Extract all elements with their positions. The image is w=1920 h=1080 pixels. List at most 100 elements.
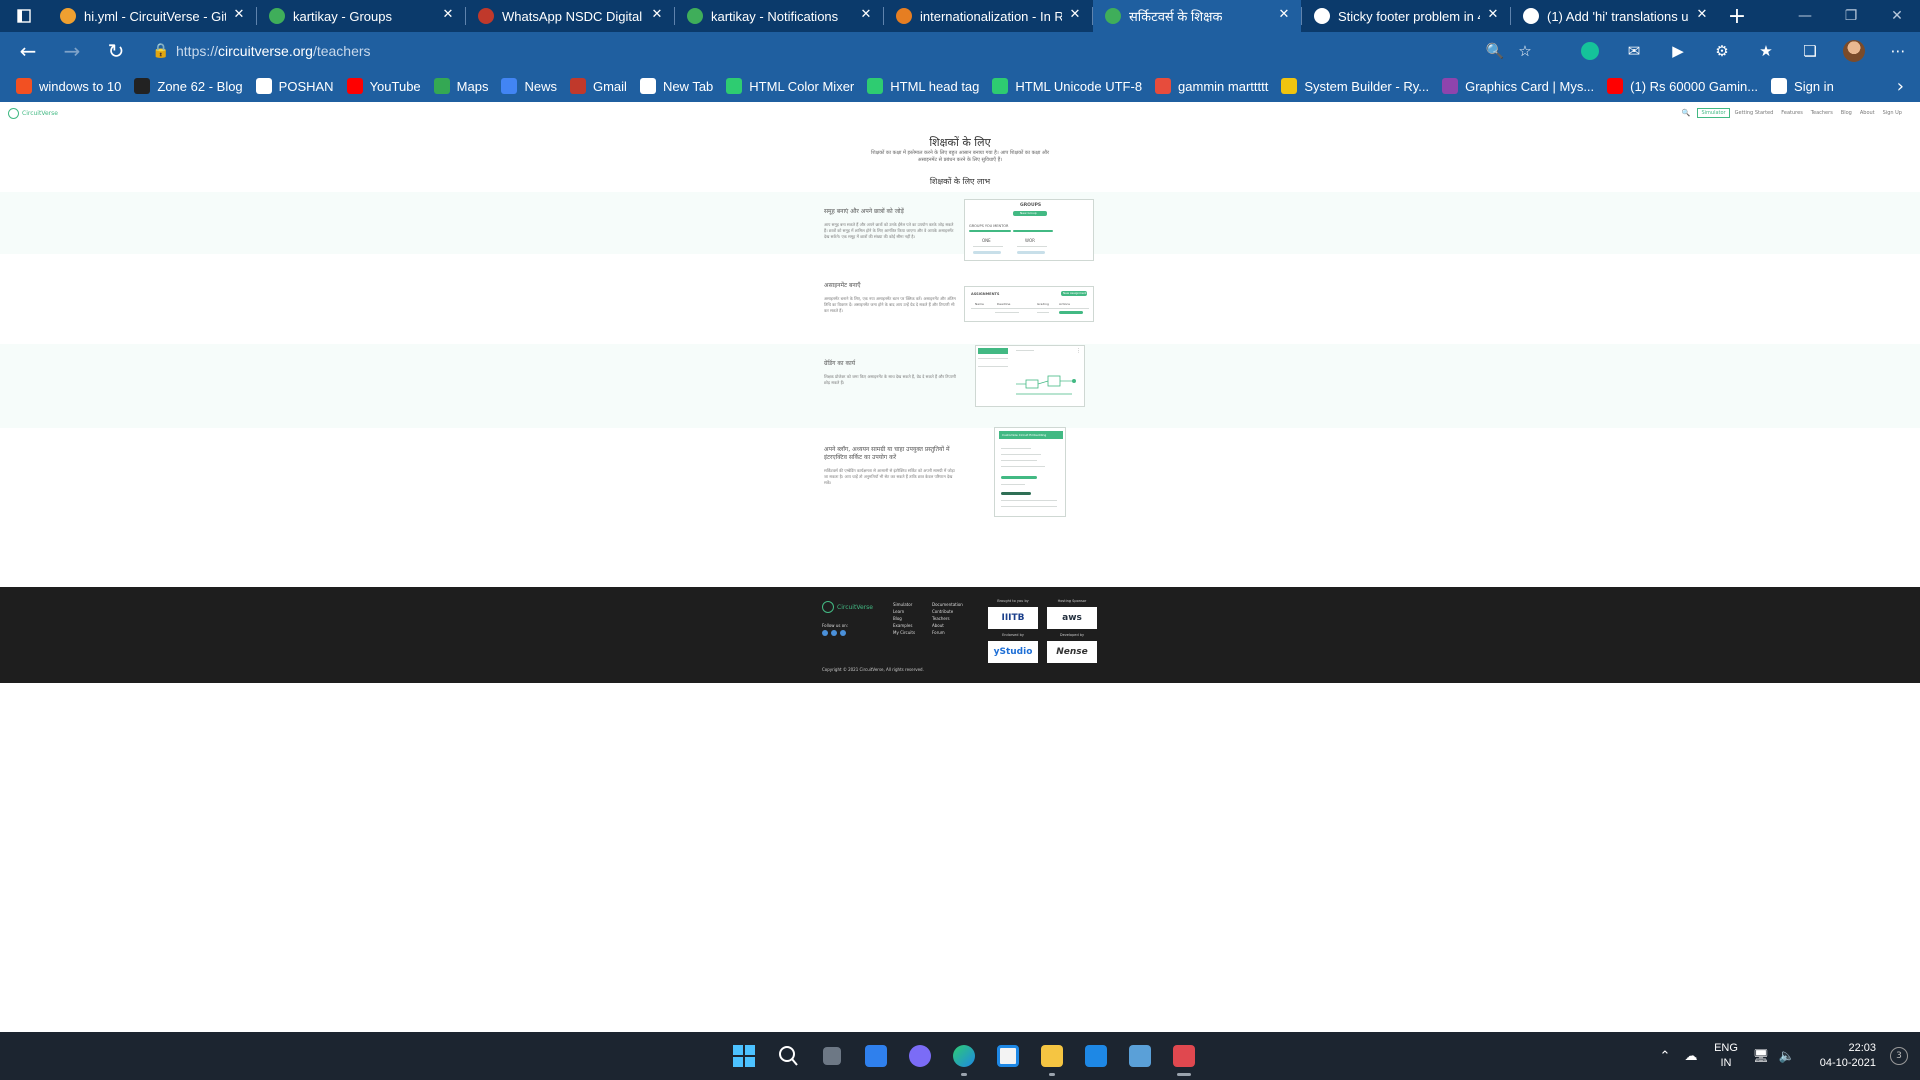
settings-more-icon[interactable]: ⋯ bbox=[1876, 32, 1920, 70]
edge-icon[interactable] bbox=[942, 1032, 986, 1080]
footer-link[interactable]: Teachers bbox=[932, 615, 963, 622]
tab-close-icon[interactable]: ✕ bbox=[1486, 8, 1500, 22]
footer-link[interactable]: Simulator bbox=[893, 601, 915, 608]
tab-close-icon[interactable]: ✕ bbox=[232, 8, 246, 22]
lock-icon[interactable]: 🔒 bbox=[146, 43, 176, 59]
browser-tab[interactable]: Sticky footer problem in 4(✕ bbox=[1302, 0, 1510, 32]
minimize-icon[interactable]: — bbox=[1782, 0, 1828, 32]
tab-actions-menu-icon[interactable] bbox=[0, 0, 48, 32]
show-hidden-icons[interactable]: ⌃ bbox=[1652, 1049, 1678, 1064]
extension-media-icon[interactable]: ▶ bbox=[1656, 32, 1700, 70]
bookmark-item[interactable]: Sign in bbox=[1767, 70, 1843, 102]
footer-link[interactable]: Blog bbox=[893, 615, 915, 622]
bookmark-item[interactable]: windows to 10 bbox=[12, 70, 130, 102]
footer-link[interactable]: Documentation bbox=[932, 601, 963, 608]
file-explorer-icon[interactable] bbox=[1030, 1032, 1074, 1080]
mail-icon[interactable] bbox=[1074, 1032, 1118, 1080]
bookmark-item[interactable]: HTML Color Mixer bbox=[722, 70, 863, 102]
footer-link[interactable]: Examples bbox=[893, 622, 915, 629]
bookmark-item[interactable]: Zone 62 - Blog bbox=[130, 70, 251, 102]
add-favorite-icon[interactable]: ☆ bbox=[1510, 32, 1540, 70]
tab-close-icon[interactable]: ✕ bbox=[1695, 8, 1709, 22]
forward-icon[interactable]: → bbox=[50, 32, 94, 70]
browser-tab[interactable]: kartikay - Notifications ✕ bbox=[675, 0, 883, 32]
twitter-icon[interactable] bbox=[831, 630, 837, 636]
restore-icon[interactable]: ❐ bbox=[1828, 0, 1874, 32]
site-logo[interactable]: CircuitVerse bbox=[8, 108, 58, 119]
iiitb-logo[interactable]: IIITB bbox=[988, 607, 1038, 629]
site-nav-link[interactable]: Teachers bbox=[1811, 110, 1833, 116]
tab-close-icon[interactable]: ✕ bbox=[441, 8, 455, 22]
aws-logo[interactable]: aws bbox=[1047, 607, 1097, 629]
grammarly-extension-icon[interactable] bbox=[1568, 32, 1612, 70]
site-nav-link[interactable]: Blog bbox=[1841, 110, 1852, 116]
site-nav-link[interactable]: Sign Up bbox=[1883, 110, 1902, 116]
refresh-icon[interactable]: ↻ bbox=[94, 32, 138, 70]
bookmark-item[interactable]: System Builder - Ry... bbox=[1277, 70, 1438, 102]
bookmark-item[interactable]: gammin marttttt bbox=[1151, 70, 1277, 102]
site-nav-link[interactable]: Features bbox=[1781, 110, 1803, 116]
tab-close-icon[interactable]: ✕ bbox=[1277, 8, 1291, 22]
teams-chat-icon[interactable] bbox=[898, 1032, 942, 1080]
simulator-button[interactable]: Simulator bbox=[1697, 108, 1730, 118]
footer-link[interactable]: My Circuits bbox=[893, 629, 915, 636]
nense-logo[interactable]: Nense bbox=[1047, 641, 1097, 663]
linkedin-icon[interactable] bbox=[840, 630, 846, 636]
clock[interactable]: 22:03 04-10-2021 bbox=[1800, 1041, 1876, 1071]
site-search-icon[interactable]: 🔍 bbox=[1681, 109, 1691, 117]
start-icon[interactable] bbox=[722, 1032, 766, 1080]
onedrive-icon[interactable]: ☁ bbox=[1678, 1049, 1704, 1064]
browser-tab[interactable]: internationalization - In Ra ✕ bbox=[884, 0, 1092, 32]
bookmark-item[interactable]: HTML head tag bbox=[863, 70, 988, 102]
bookmarks-more-icon[interactable]: › bbox=[1897, 70, 1904, 102]
favorites-icon[interactable]: ★ bbox=[1744, 32, 1788, 70]
browser-tab[interactable]: hi.yml - CircuitVerse - Gitp ✕ bbox=[48, 0, 256, 32]
bookmark-item[interactable]: News bbox=[497, 70, 566, 102]
notification-center-icon[interactable]: 3 bbox=[1890, 1047, 1908, 1065]
footer-link[interactable]: Learn bbox=[893, 608, 915, 615]
tab-close-icon[interactable]: ✕ bbox=[650, 8, 664, 22]
site-nav-link[interactable]: Getting Started bbox=[1735, 110, 1774, 116]
photos-icon[interactable] bbox=[1118, 1032, 1162, 1080]
footer-link[interactable]: Contribute bbox=[932, 608, 963, 615]
network-icon[interactable]: 🖥 bbox=[1748, 1049, 1774, 1064]
tab-title: (1) Add 'hi' translations usi bbox=[1547, 8, 1689, 24]
tab-close-icon[interactable]: ✕ bbox=[1068, 8, 1082, 22]
tab-close-icon[interactable]: ✕ bbox=[859, 8, 873, 22]
extension-mail-icon[interactable]: ✉ bbox=[1612, 32, 1656, 70]
site-nav-link[interactable]: About bbox=[1860, 110, 1875, 116]
profile-avatar[interactable] bbox=[1832, 32, 1876, 70]
language-indicator[interactable]: ENG IN bbox=[1704, 1041, 1748, 1071]
footer-link[interactable]: Forum bbox=[932, 629, 963, 636]
browser-tab[interactable]: सर्किटवर्स के शिक्षक ✕ bbox=[1093, 0, 1301, 32]
bookmark-item[interactable]: (1) Rs 60000 Gamin... bbox=[1603, 70, 1767, 102]
collections-icon[interactable]: ❏ bbox=[1788, 32, 1832, 70]
browser-tab[interactable]: (1) Add 'hi' translations usi ✕ bbox=[1511, 0, 1719, 32]
bookmark-item[interactable]: YouTube bbox=[343, 70, 430, 102]
bookmark-item[interactable]: Gmail bbox=[566, 70, 636, 102]
widgets-icon[interactable] bbox=[854, 1032, 898, 1080]
back-icon[interactable]: ← bbox=[6, 32, 50, 70]
bookmark-item[interactable]: New Tab bbox=[636, 70, 722, 102]
new-tab-button[interactable]: + bbox=[1719, 0, 1755, 32]
snipping-tool-icon[interactable] bbox=[1162, 1032, 1206, 1080]
store-icon[interactable] bbox=[986, 1032, 1030, 1080]
extensions-icon[interactable]: ⚙ bbox=[1700, 32, 1744, 70]
bookmark-item[interactable]: POSHAN bbox=[252, 70, 343, 102]
footer-logo[interactable]: CircuitVerse bbox=[822, 601, 873, 613]
facebook-icon[interactable] bbox=[822, 630, 828, 636]
footer-link[interactable]: About bbox=[932, 622, 963, 629]
browser-tab[interactable]: kartikay - Groups ✕ bbox=[257, 0, 465, 32]
close-window-icon[interactable]: ✕ bbox=[1874, 0, 1920, 32]
bookmark-item[interactable]: Maps bbox=[430, 70, 498, 102]
task-view-icon[interactable] bbox=[810, 1032, 854, 1080]
bookmark-item[interactable]: Graphics Card | Mys... bbox=[1438, 70, 1603, 102]
browser-tab[interactable]: WhatsApp NSDC Digital Sk ✕ bbox=[466, 0, 674, 32]
url-field[interactable]: 🔒 https://circuitverse.org/teachers bbox=[146, 36, 1486, 66]
ystudio-logo[interactable]: yStudio bbox=[988, 641, 1038, 663]
search-icon[interactable] bbox=[766, 1032, 810, 1080]
bookmark-item[interactable]: HTML Unicode UTF-8 bbox=[988, 70, 1151, 102]
zoom-icon[interactable]: 🔍 bbox=[1480, 32, 1510, 70]
volume-icon[interactable]: 🔈 bbox=[1774, 1049, 1800, 1064]
tab-favicon-icon bbox=[687, 8, 703, 24]
